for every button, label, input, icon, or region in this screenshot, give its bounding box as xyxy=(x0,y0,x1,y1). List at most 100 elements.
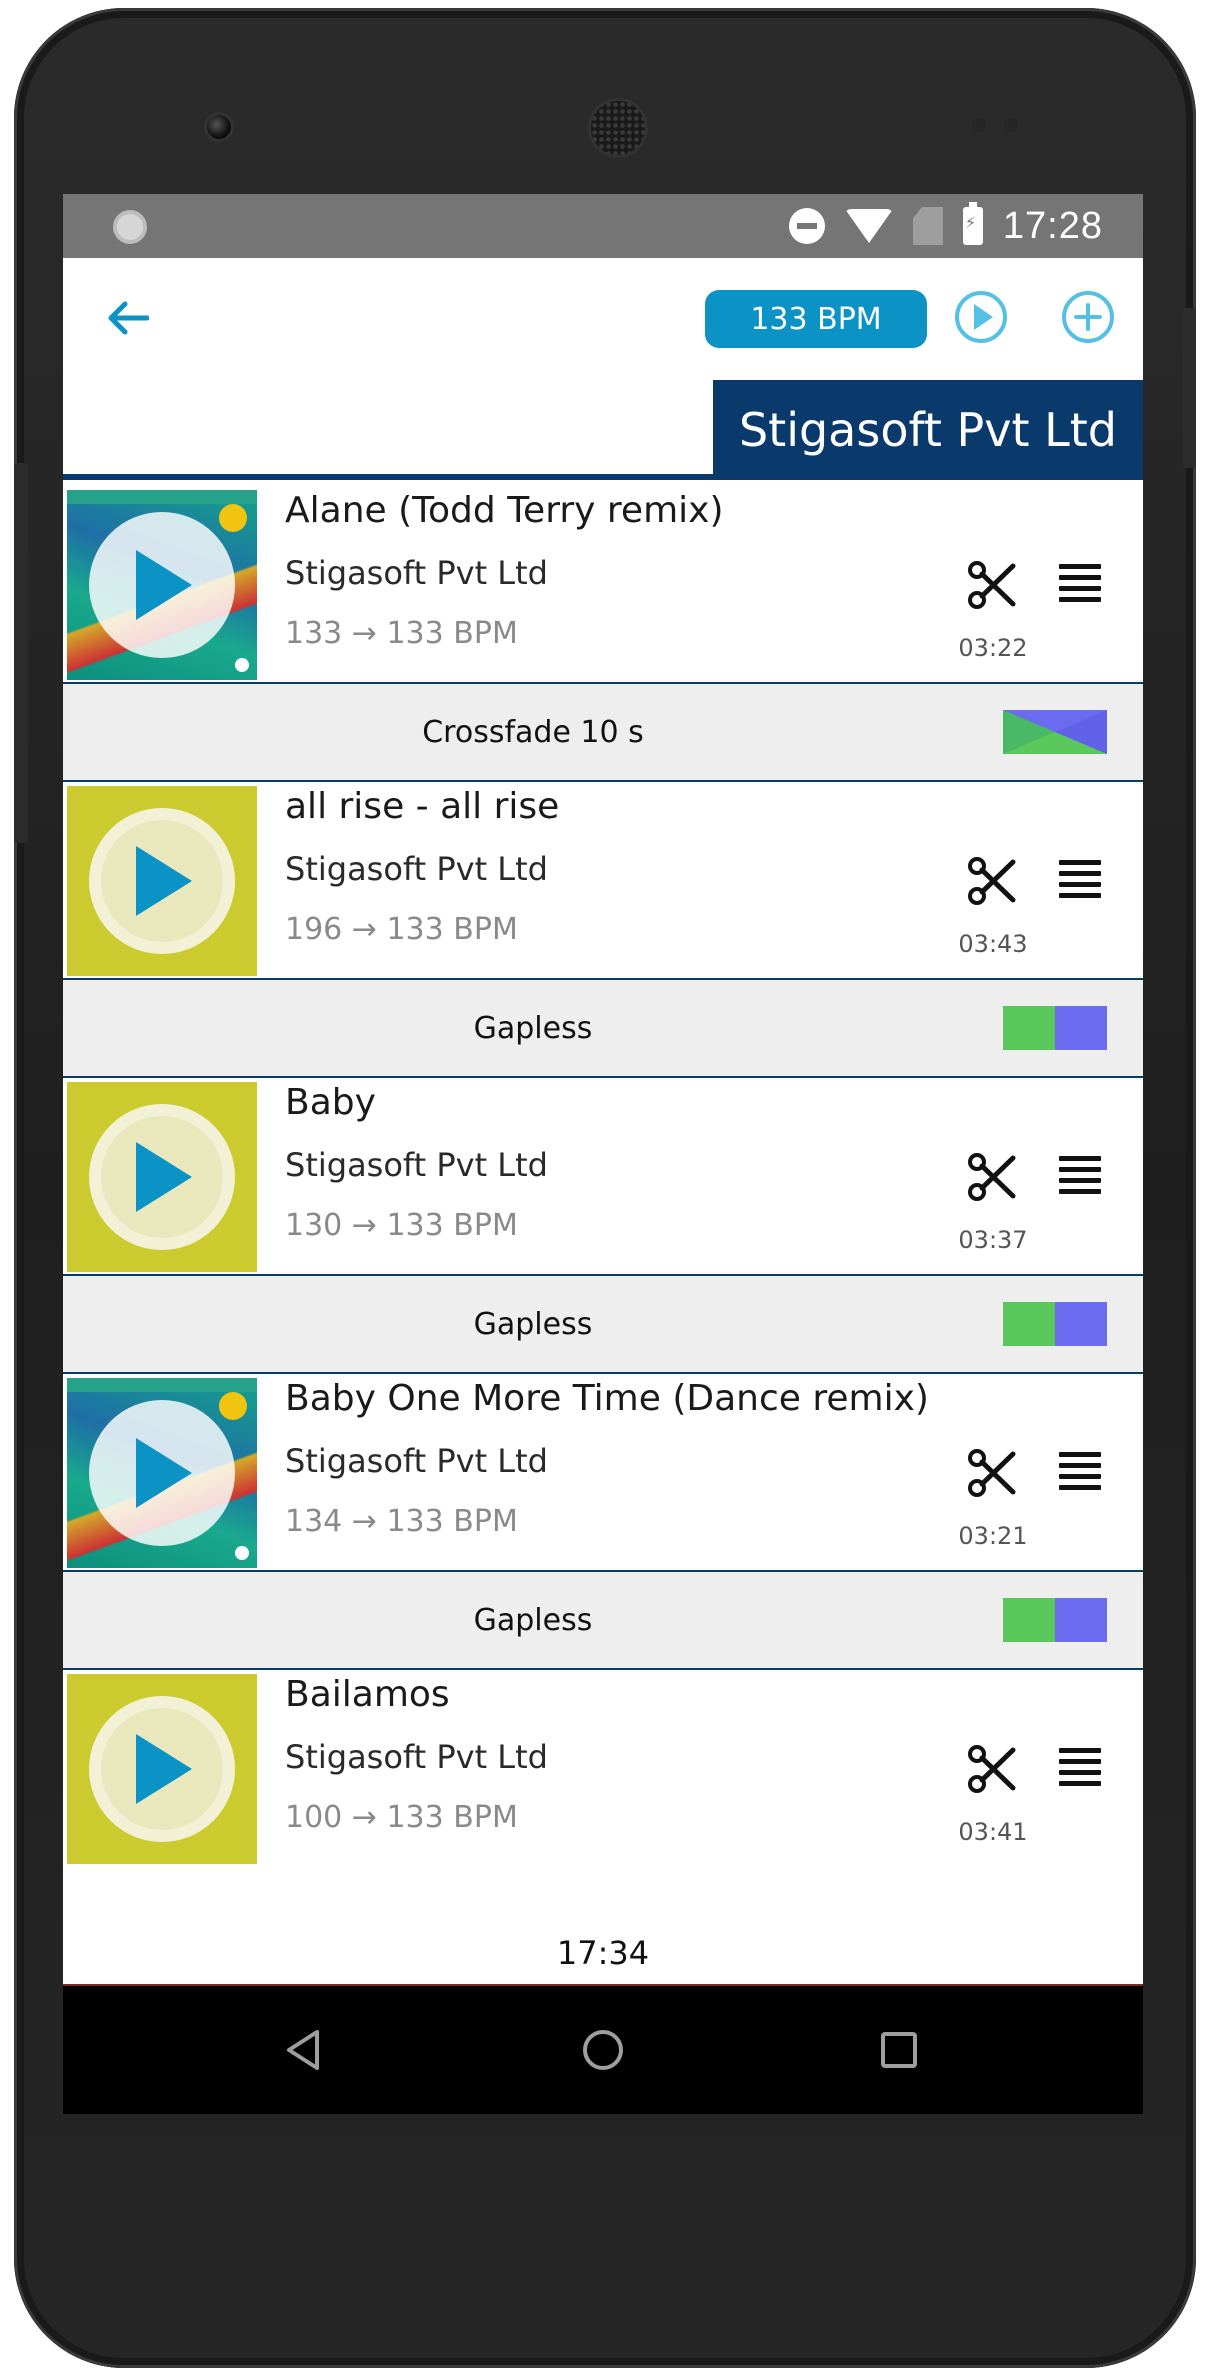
bpm-button[interactable]: 133 BPM xyxy=(705,290,927,348)
track-duration: 03:41 xyxy=(958,1818,1028,1846)
transition-row[interactable]: Crossfade 10 s xyxy=(63,684,1143,782)
play-circle-icon xyxy=(955,291,1007,343)
gapless-icon[interactable] xyxy=(1003,1302,1107,1346)
trim-button[interactable] xyxy=(965,1150,1019,1204)
drag-handle-icon[interactable] xyxy=(1059,1156,1101,1194)
track-artist: Stigasoft Pvt Ltd xyxy=(285,1442,548,1480)
power-button xyxy=(1182,308,1196,468)
app-bar: 133 BPM xyxy=(63,258,1143,380)
track-bpm: 100 → 133 BPM xyxy=(285,1800,518,1835)
track-artist: Stigasoft Pvt Ltd xyxy=(285,554,548,592)
album-art[interactable] xyxy=(67,786,257,976)
arrow-left-icon xyxy=(108,301,149,335)
trim-button[interactable] xyxy=(965,1742,1019,1796)
notification-dot-icon xyxy=(113,210,147,244)
album-art[interactable] xyxy=(67,490,257,680)
scissors-icon xyxy=(968,1745,1016,1793)
light-sensor xyxy=(1004,118,1018,132)
back-button[interactable] xyxy=(98,288,158,348)
play-track-button[interactable] xyxy=(89,1696,235,1842)
do-not-disturb-icon xyxy=(788,208,825,244)
plus-circle-icon xyxy=(1062,291,1114,343)
track-bpm: 134 → 133 BPM xyxy=(285,1504,518,1539)
nav-back-icon xyxy=(287,2030,319,2070)
drag-handle-icon[interactable] xyxy=(1059,1452,1101,1490)
transition-row[interactable]: Gapless xyxy=(63,980,1143,1078)
transition-row[interactable]: Gapless xyxy=(63,1572,1143,1670)
transition-label: Gapless xyxy=(473,1306,593,1342)
drag-handle-icon[interactable] xyxy=(1059,564,1101,602)
track-duration: 03:37 xyxy=(958,1226,1028,1254)
track-row[interactable]: Alane (Todd Terry remix) Stigasoft Pvt L… xyxy=(63,486,1143,684)
playlist-title: Stigasoft Pvt Ltd xyxy=(713,380,1143,480)
album-art[interactable] xyxy=(67,1082,257,1272)
track-artist: Stigasoft Pvt Ltd xyxy=(285,850,548,888)
track-row[interactable]: Baby Stigasoft Pvt Ltd 130 → 133 BPM 03:… xyxy=(63,1078,1143,1276)
track-title: all rise - all rise xyxy=(285,786,560,827)
transition-label: Gapless xyxy=(473,1602,593,1638)
gapless-icon[interactable] xyxy=(1003,1006,1107,1050)
trim-button[interactable] xyxy=(965,558,1019,612)
track-bpm: 196 → 133 BPM xyxy=(285,912,518,947)
battery-charging-icon xyxy=(962,202,983,245)
scissors-icon xyxy=(968,1449,1016,1497)
track-duration: 03:43 xyxy=(958,930,1028,958)
scissors-icon xyxy=(968,1153,1016,1201)
nav-recents-button[interactable] xyxy=(869,2020,929,2080)
playlist-end-time: 17:34 xyxy=(556,1934,650,1972)
play-icon xyxy=(136,550,192,620)
no-sim-icon xyxy=(912,207,943,245)
status-time: 17:28 xyxy=(1002,204,1103,247)
track-duration: 03:22 xyxy=(958,634,1028,662)
play-icon xyxy=(136,1142,192,1212)
play-icon xyxy=(136,1734,192,1804)
add-track-button[interactable] xyxy=(1057,286,1119,348)
crossfade-icon[interactable] xyxy=(1003,710,1107,754)
nav-back-button[interactable] xyxy=(273,2020,333,2080)
trim-button[interactable] xyxy=(965,854,1019,908)
transition-label: Gapless xyxy=(473,1010,593,1046)
nav-home-icon xyxy=(583,2030,623,2070)
proximity-sensor xyxy=(972,118,986,132)
status-icons: 17:28 xyxy=(788,194,1103,258)
nav-home-button[interactable] xyxy=(573,2020,633,2080)
volume-button xyxy=(14,463,28,843)
status-bar: 17:28 xyxy=(63,194,1143,258)
track-row[interactable]: Bailamos Stigasoft Pvt Ltd 100 → 133 BPM… xyxy=(63,1670,1143,1868)
track-title: Baby xyxy=(285,1082,376,1123)
album-art[interactable] xyxy=(67,1378,257,1568)
track-title: Alane (Todd Terry remix) xyxy=(285,490,724,531)
play-track-button[interactable] xyxy=(89,1104,235,1250)
play-all-button[interactable] xyxy=(950,286,1012,348)
track-title: Baby One More Time (Dance remix) xyxy=(285,1378,929,1419)
track-bpm: 130 → 133 BPM xyxy=(285,1208,518,1243)
track-artist: Stigasoft Pvt Ltd xyxy=(285,1738,548,1776)
track-row[interactable]: Baby One More Time (Dance remix) Stigaso… xyxy=(63,1374,1143,1572)
album-art[interactable] xyxy=(67,1674,257,1864)
play-icon xyxy=(136,846,192,916)
play-track-button[interactable] xyxy=(89,1400,235,1546)
transition-row[interactable]: Gapless xyxy=(63,1276,1143,1374)
trim-button[interactable] xyxy=(965,1446,1019,1500)
drag-handle-icon[interactable] xyxy=(1059,1748,1101,1786)
screen: 17:28 133 BPM Stigasoft Pvt Ltd xyxy=(63,194,1143,2114)
track-bpm: 133 → 133 BPM xyxy=(285,616,518,651)
navigation-bar xyxy=(63,1986,1143,2114)
track-list: Alane (Todd Terry remix) Stigasoft Pvt L… xyxy=(63,486,1143,1868)
play-icon xyxy=(136,1438,192,1508)
transition-label: Crossfade 10 s xyxy=(422,714,644,750)
nav-recents-icon xyxy=(881,2032,917,2068)
scissors-icon xyxy=(968,857,1016,905)
track-row[interactable]: all rise - all rise Stigasoft Pvt Ltd 19… xyxy=(63,782,1143,980)
wifi-icon xyxy=(844,209,893,243)
drag-handle-icon[interactable] xyxy=(1059,860,1101,898)
track-duration: 03:21 xyxy=(958,1522,1028,1550)
play-track-button[interactable] xyxy=(89,512,235,658)
scissors-icon xyxy=(968,561,1016,609)
gapless-icon[interactable] xyxy=(1003,1598,1107,1642)
track-title: Bailamos xyxy=(285,1674,450,1715)
header-underline xyxy=(63,474,713,480)
track-artist: Stigasoft Pvt Ltd xyxy=(285,1146,548,1184)
earpiece-speaker xyxy=(588,98,648,158)
play-track-button[interactable] xyxy=(89,808,235,954)
